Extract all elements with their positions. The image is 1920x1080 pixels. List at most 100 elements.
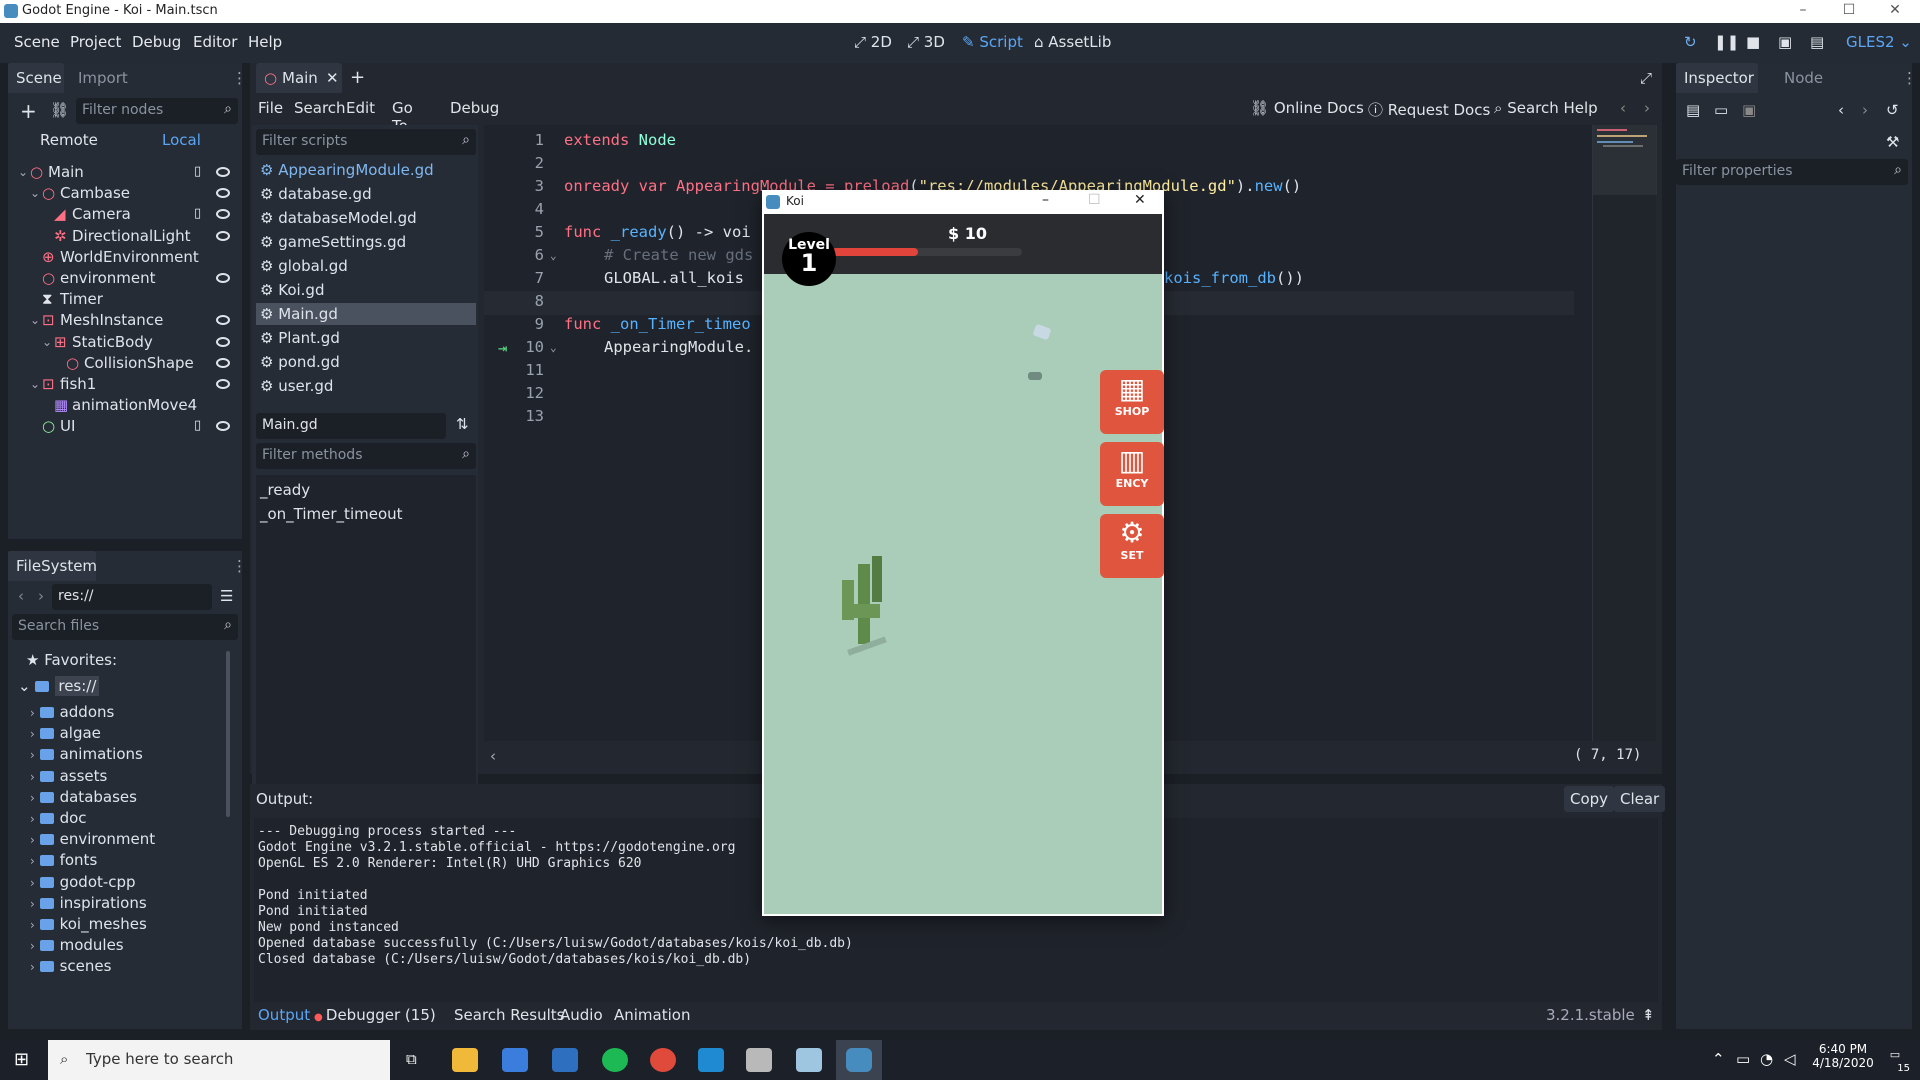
tab-node[interactable]: Node xyxy=(1784,69,1823,87)
close-button[interactable]: ✕ xyxy=(1134,192,1146,208)
chevron-up-icon[interactable]: ⌃ xyxy=(1712,1050,1725,1068)
notifications-button[interactable]: ▭ 15 xyxy=(1882,1048,1910,1074)
minimize-button[interactable]: – xyxy=(1780,0,1826,23)
stop-icon[interactable]: ■ xyxy=(1746,33,1760,51)
close-button[interactable]: ✕ xyxy=(1872,0,1918,23)
object-history-icon[interactable]: ↺ xyxy=(1886,101,1899,119)
vscode-icon[interactable] xyxy=(698,1048,724,1072)
script-menu-item[interactable]: Search xyxy=(294,99,346,117)
close-tab-icon[interactable]: ✕ xyxy=(326,69,339,87)
battery-icon[interactable]: ▭ xyxy=(1736,1050,1750,1068)
workspace-script-button[interactable]: ✎ Script xyxy=(962,33,1023,51)
scrollbar[interactable] xyxy=(226,651,230,817)
link-icon[interactable]: ⛓ xyxy=(50,101,69,119)
filter-nodes-input[interactable]: Filter nodes ⌕ xyxy=(76,98,238,124)
object-properties-icon[interactable]: ⚒ xyxy=(1886,133,1899,151)
workspace-2d-button[interactable]: ⤢ 2D xyxy=(854,33,892,51)
database-app-icon[interactable] xyxy=(746,1048,772,1072)
search-files-input[interactable]: Search files ⌕ xyxy=(12,614,238,640)
distraction-free-icon[interactable]: ⤢ xyxy=(1640,69,1652,87)
tab-main[interactable]: ○ Main ✕ xyxy=(256,63,342,93)
script-list-item[interactable]: ⚙ AppearingModule.gd xyxy=(256,159,476,181)
bottom-tab[interactable]: ● Debugger (15) xyxy=(314,1006,436,1024)
fold-icon[interactable]: ⌄ xyxy=(550,249,557,262)
chrome-icon[interactable] xyxy=(650,1048,676,1072)
visibility-eye-icon[interactable] xyxy=(216,357,230,368)
menu-debug[interactable]: Debug xyxy=(132,33,181,51)
script-menu-item[interactable]: Debug xyxy=(450,99,499,117)
add-tab-icon[interactable]: + xyxy=(350,67,365,88)
play-icon[interactable]: ↻ xyxy=(1684,33,1697,51)
load-resource-icon[interactable]: ▭ xyxy=(1714,101,1728,119)
game-viewport[interactable]: $ 10 Level 1 ▦ SHOP ▥ ENCY ⚙ SET xyxy=(764,214,1164,914)
menu-editor[interactable]: Editor xyxy=(193,33,237,51)
mail-icon[interactable] xyxy=(552,1048,578,1072)
bottom-tab[interactable]: Search Results xyxy=(454,1006,564,1024)
toggle-scripts-icon[interactable]: ‹ xyxy=(490,747,496,765)
dock-menu-icon[interactable]: ⋮ xyxy=(232,557,247,575)
tab-filesystem[interactable]: FileSystem xyxy=(8,551,97,581)
remote-button[interactable]: Remote xyxy=(40,131,98,149)
ency-button[interactable]: ▥ ENCY xyxy=(1100,442,1164,506)
maximize-button[interactable]: ☐ xyxy=(1088,192,1101,208)
spotify-icon[interactable] xyxy=(602,1048,628,1072)
add-node-icon[interactable]: + xyxy=(20,99,37,123)
wifi-icon[interactable]: ◔ xyxy=(1760,1050,1773,1068)
visibility-eye-icon[interactable] xyxy=(216,188,230,199)
sort-icon[interactable]: ⇅ xyxy=(456,415,469,433)
help-link[interactable]: ⓘ Request Docs xyxy=(1368,99,1490,120)
script-list-item[interactable]: ⚙ gameSettings.gd xyxy=(256,231,476,253)
maximize-button[interactable]: ☐ xyxy=(1826,0,1872,23)
visibility-eye-icon[interactable] xyxy=(216,421,230,432)
menu-scene[interactable]: Scene xyxy=(14,33,60,51)
res-root-item[interactable]: ⌄ res:// xyxy=(12,673,230,699)
windows-start-icon[interactable]: ⊞ xyxy=(14,1049,29,1070)
filter-methods-input[interactable]: Filter methods ⌕ xyxy=(256,443,476,469)
history-back-icon[interactable]: ‹ xyxy=(1838,101,1844,119)
script-list-item[interactable]: ⚙ databaseModel.gd xyxy=(256,207,476,229)
visibility-eye-icon[interactable] xyxy=(216,379,230,389)
workspace-assetlib-button[interactable]: ⌂ AssetLib xyxy=(1034,33,1111,51)
save-resource-icon[interactable]: ▣ xyxy=(1742,101,1756,119)
help-link[interactable]: ⛓ Online Docs xyxy=(1250,99,1364,117)
history-forward-icon[interactable]: › xyxy=(1862,101,1868,119)
bottom-tab[interactable]: Output xyxy=(258,1006,310,1024)
play-custom-scene-icon[interactable]: ▤ xyxy=(1810,33,1824,51)
visibility-eye-icon[interactable] xyxy=(216,315,230,326)
volume-icon[interactable]: ◁ xyxy=(1784,1050,1796,1068)
method-list-item[interactable]: _ready xyxy=(260,481,310,499)
bottom-tab[interactable]: Animation xyxy=(614,1006,690,1024)
help-link[interactable]: ⌕ Search Help xyxy=(1494,99,1598,117)
favorites-item[interactable]: ★ Favorites: xyxy=(12,647,230,673)
script-list-item[interactable]: ⚙ global.gd xyxy=(256,255,476,277)
minimap[interactable] xyxy=(1592,125,1657,741)
filter-scripts-input[interactable]: Filter scripts ⌕ xyxy=(256,129,476,155)
script-icon[interactable]: ▯ xyxy=(194,413,201,439)
shop-button[interactable]: ▦ SHOP xyxy=(1100,370,1164,434)
method-list-item[interactable]: _on_Timer_timeout xyxy=(260,505,403,523)
menu-project[interactable]: Project xyxy=(70,33,121,51)
tab-inspector[interactable]: Inspector xyxy=(1676,63,1758,93)
next-script-icon[interactable]: › xyxy=(1644,99,1650,117)
store-icon[interactable] xyxy=(502,1048,528,1072)
filter-properties-input[interactable]: Filter properties ⌕ xyxy=(1676,159,1908,185)
visibility-eye-icon[interactable] xyxy=(216,209,230,220)
script-list-item[interactable]: ⚙ Main.gd xyxy=(256,303,476,325)
path-input[interactable]: res:// xyxy=(52,584,212,610)
local-button[interactable]: Local xyxy=(162,131,201,149)
tab-scene[interactable]: Scene xyxy=(8,63,64,93)
dock-menu-icon[interactable]: ⋮ xyxy=(232,69,247,87)
taskbar-search-box[interactable]: ⌕ Type here to search xyxy=(48,1040,390,1080)
workspace-3d-button[interactable]: ⤢ 3D xyxy=(907,33,945,51)
toggle-split-icon[interactable]: ☰ xyxy=(220,587,233,605)
godot-taskbar-button[interactable] xyxy=(836,1040,882,1080)
copy-button[interactable]: Copy xyxy=(1564,786,1615,812)
task-view-icon[interactable]: ⧉ xyxy=(406,1050,417,1068)
script-list-item[interactable]: ⚙ Koi.gd xyxy=(256,279,476,301)
script-menu-item[interactable]: File xyxy=(258,99,283,117)
script-list-item[interactable]: ⚙ Plant.gd xyxy=(256,327,476,349)
clear-button[interactable]: Clear xyxy=(1614,786,1666,812)
script-menu-item[interactable]: Edit xyxy=(346,99,375,117)
forward-icon[interactable]: › xyxy=(38,587,44,605)
script-list-item[interactable]: ⚙ pond.gd xyxy=(256,351,476,373)
